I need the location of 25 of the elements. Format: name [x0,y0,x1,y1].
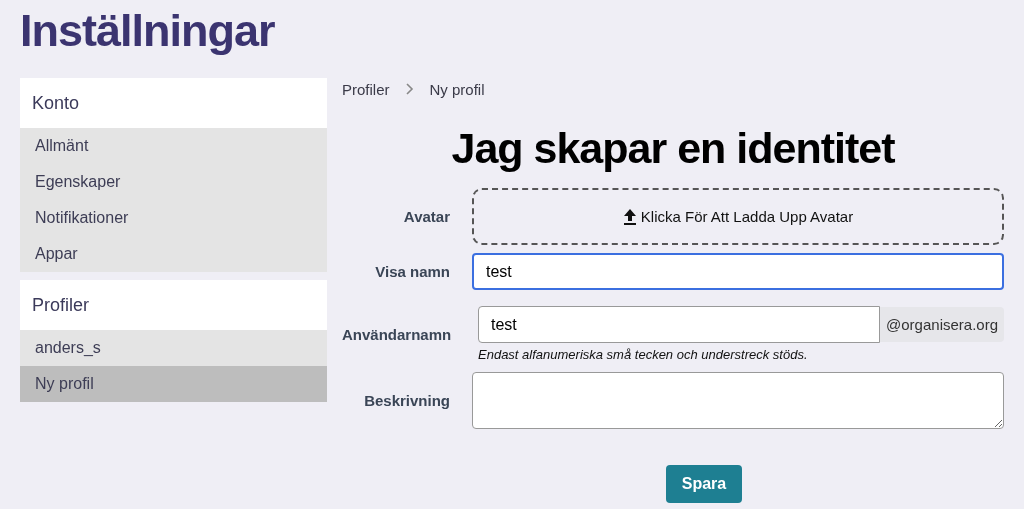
sidebar-heading: Konto [20,78,327,128]
breadcrumb-link[interactable]: Profiler [342,80,390,98]
avatar-upload-button[interactable]: Klicka För Att Ladda Upp Avatar [472,188,1004,245]
input-field[interactable]: test [472,253,1004,290]
field-label: Avatar [402,208,450,225]
text-area[interactable] [472,372,1004,429]
field-label: Beskrivning [363,392,450,409]
sidebar-item[interactable]: Egenskaper [20,164,327,200]
chevron-icon [405,83,414,95]
save-button[interactable]: Spara [665,465,743,503]
field-label: Användarnamn [342,325,450,343]
domain-suffix: @organisera.org [880,307,1004,342]
upload-icon [622,208,637,225]
sidebar-item[interactable]: Ny profil [20,366,327,402]
breadcrumb-link[interactable]: Ny profil [429,80,485,98]
sidebar-item[interactable]: anders_s [20,330,327,366]
sidebar-item[interactable]: Allmänt [20,128,327,164]
sidebar-heading: Profiler [20,280,327,330]
page-title: Inställningar [20,4,276,58]
form-heading: Jag skapar en identitet [450,124,896,172]
input-field[interactable]: test [478,306,881,343]
sidebar-item[interactable]: Notifikationer [20,200,327,236]
field-label: Visa namn [374,263,450,280]
sidebar-item[interactable]: Appar [20,236,327,272]
field-hint: Endast alfanumeriska små tecken och understreck stöds. [477,347,809,362]
